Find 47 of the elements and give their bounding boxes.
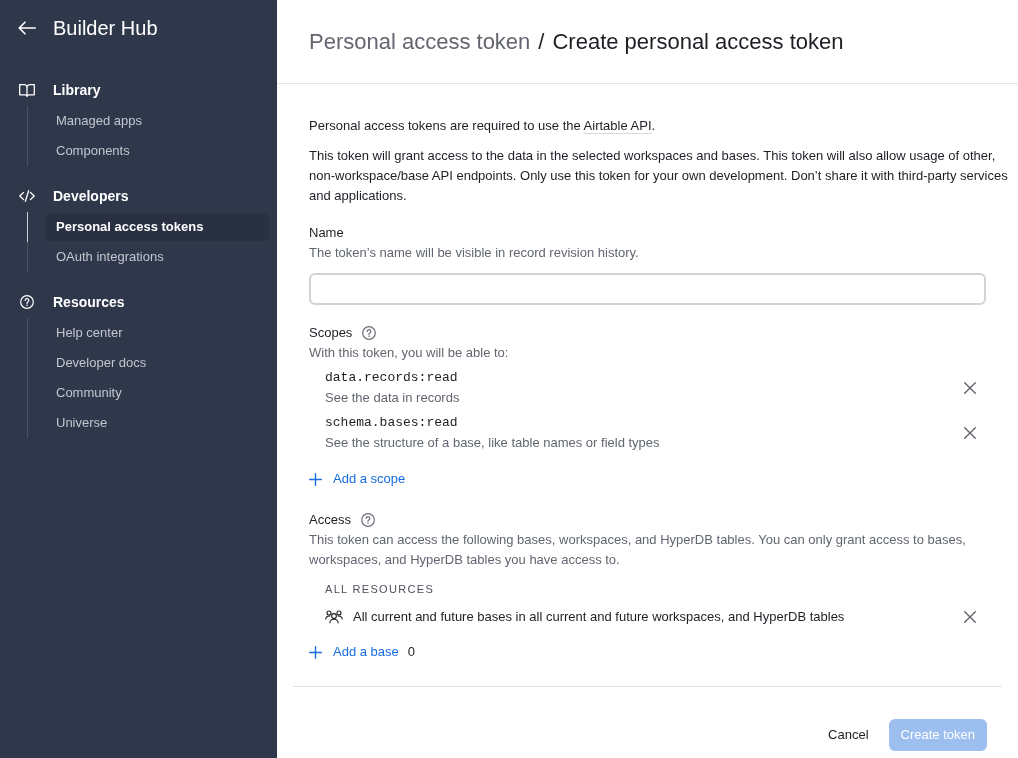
scope-description: See the data in records [325, 389, 460, 407]
sidebar-title: Builder Hub [53, 16, 158, 41]
plus-icon [309, 472, 322, 486]
field-label: Name [309, 224, 344, 242]
people-icon [325, 610, 343, 624]
section-title: Resources [53, 292, 125, 312]
breadcrumb-link[interactable]: Personal access token [309, 27, 531, 56]
scope-code: data.records:read [325, 369, 458, 387]
sidebar-item[interactable]: Community [45, 379, 269, 407]
base-count: 0 [407, 643, 415, 661]
field-hint: This token can access the following bases, workspaces, and HyperDB tables. You can only grant access to bases, workspaces, and HyperDB tables you have access to. [309, 531, 967, 569]
code-icon [19, 190, 35, 202]
name-input[interactable] [309, 273, 986, 305]
api-link[interactable]: Airtable API [583, 118, 652, 134]
close-icon[interactable] [964, 427, 976, 439]
back-icon[interactable] [18, 21, 36, 35]
description-text: This token will grant access to the data in the selected workspaces and bases. This token will also allow usage of other, non-workspace/base API endpoints. Only use this token for your own development. Don’t share it with third-party services and applications. [309, 147, 1008, 205]
plus-icon [309, 645, 322, 659]
field-label: Access [309, 511, 351, 529]
field-hint: The token’s name will be visible in record revision history. [309, 244, 639, 262]
help-icon[interactable] [360, 513, 375, 527]
sidebar-item[interactable]: Help center [45, 319, 269, 347]
help-icon[interactable] [362, 326, 377, 340]
section-title: Library [53, 80, 101, 100]
sidebar-item[interactable]: Components [45, 137, 269, 165]
scope-code: schema.bases:read [325, 414, 458, 432]
intro-text: Personal access tokens are required to use the Airtable API. [309, 117, 657, 136]
book-icon [19, 83, 35, 97]
sidebar-item[interactable]: Developer docs [45, 349, 269, 377]
add-scope-button[interactable]: Add a scope [309, 469, 406, 489]
help-icon [20, 295, 34, 309]
close-icon[interactable] [964, 611, 976, 623]
close-icon[interactable] [964, 382, 976, 394]
group-heading: ALL RESOURCES [325, 582, 435, 597]
page-title: Create personal access token [552, 27, 844, 56]
sidebar-item[interactable]: Universe [45, 409, 269, 437]
sidebar-item[interactable]: Managed apps [45, 107, 269, 135]
field-label: Scopes [309, 324, 353, 342]
resource-text: All current and future bases in all current and future workspaces, and HyperDB tables [353, 608, 845, 626]
sidebar-item[interactable]: OAuth integrations [45, 243, 269, 271]
breadcrumb-separator: / [538, 27, 545, 56]
section-title: Developers [53, 186, 129, 206]
add-base-button[interactable]: Add a base [309, 642, 399, 662]
sidebar-item[interactable]: Personal access tokens [45, 213, 269, 241]
field-hint: With this token, you will be able to: [309, 344, 509, 362]
scope-description: See the structure of a base, like table names or field types [325, 434, 660, 452]
cancel-button[interactable]: Cancel [816, 719, 881, 751]
